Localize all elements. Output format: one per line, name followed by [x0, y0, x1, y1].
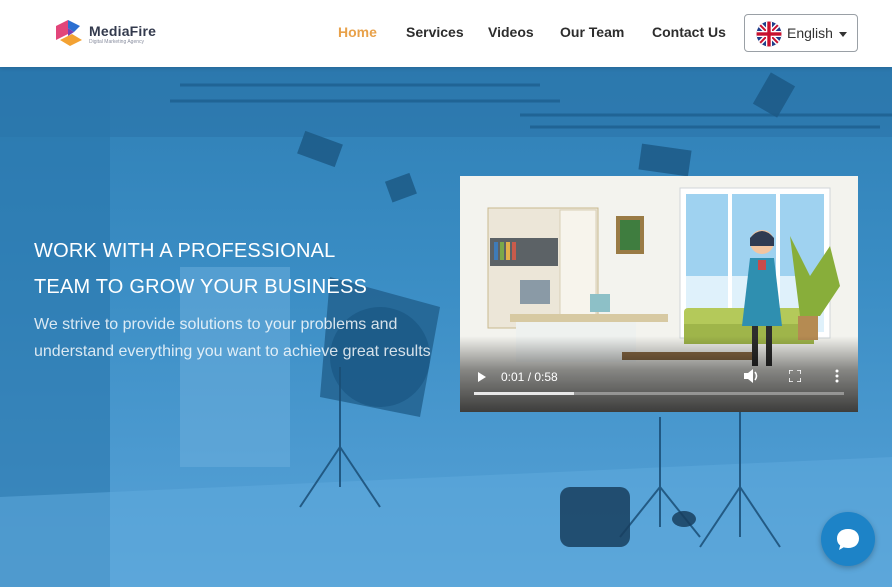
fullscreen-icon[interactable] [789, 370, 801, 382]
navbar: MediaFire Digital Marketing Agency Home … [0, 0, 892, 67]
hero-subtitle: We strive to provide solutions to your p… [34, 316, 431, 360]
video-controls: 0:01 / 0:58 [460, 336, 858, 412]
more-options-icon[interactable] [834, 369, 840, 383]
nav-item-our-team[interactable]: Our Team [560, 24, 624, 40]
hero-title: WORK WITH A PROFESSIONAL TEAM TO GROW YO… [34, 233, 414, 305]
video-progress-bar[interactable] [474, 392, 844, 395]
video-time: 0:01 / 0:58 [501, 370, 558, 384]
play-icon[interactable] [478, 372, 486, 382]
video-player[interactable]: 0:01 / 0:58 [460, 176, 858, 412]
uk-flag-icon [756, 21, 782, 47]
video-progress-fill [474, 392, 574, 395]
language-label: English [787, 25, 833, 41]
chat-bubble-icon [837, 529, 859, 550]
nav-item-contact-us[interactable]: Contact Us [652, 24, 726, 40]
nav-item-services[interactable]: Services [406, 24, 464, 40]
chevron-down-icon [839, 32, 847, 37]
nav-item-home[interactable]: Home [338, 24, 377, 40]
nav-item-videos[interactable]: Videos [488, 24, 534, 40]
language-dropdown[interactable]: English [744, 14, 858, 52]
volume-icon[interactable] [744, 369, 760, 383]
chat-button[interactable] [821, 512, 875, 566]
hero-section: WORK WITH A PROFESSIONAL TEAM TO GROW YO… [0, 67, 892, 587]
hero-title-line-1: WORK WITH A PROFESSIONAL [34, 240, 336, 262]
hero-title-line-2: TEAM TO GROW YOUR BUSINESS [34, 276, 368, 298]
